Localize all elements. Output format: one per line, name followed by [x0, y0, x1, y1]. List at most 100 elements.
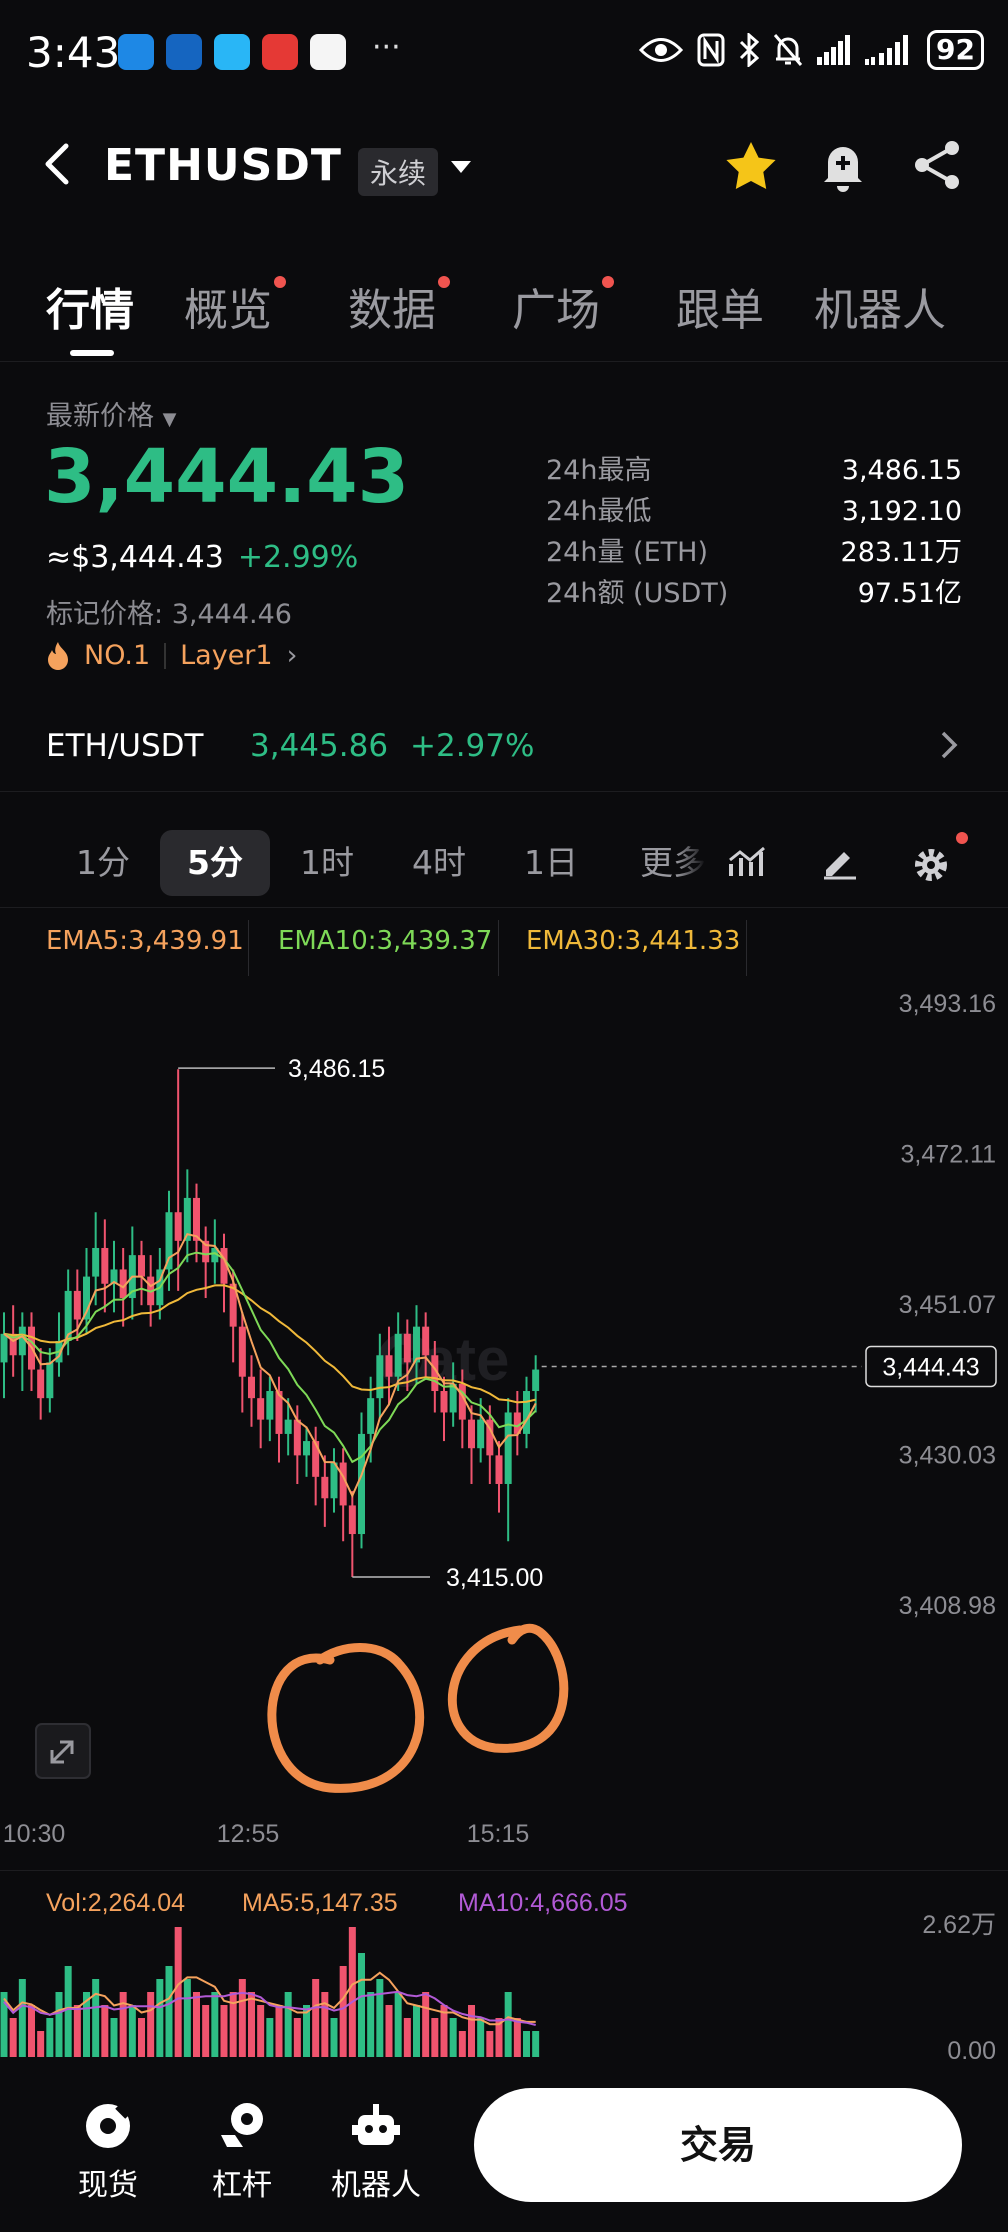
- usd-price: ≈$3,444.43 +2.99%: [46, 540, 359, 575]
- volume-bar: [321, 1992, 329, 2057]
- volume-bar: [238, 1979, 246, 2057]
- tab-market[interactable]: 行情: [46, 274, 134, 338]
- chat-app-icon: [118, 34, 154, 70]
- chart-canvas[interactable]: Gate3,493.163,472.113,451.073,430.033,40…: [0, 980, 1008, 1860]
- candlestick-chart[interactable]: Gate 3,493.16 3,472.11 3,451.07 3,430.03 3,40…: [0, 980, 1008, 1860]
- robot-icon: [352, 2104, 400, 2145]
- signal-2-icon: [865, 35, 909, 65]
- bell-plus-icon[interactable]: [820, 140, 866, 192]
- stat-high: 24h最高 3,486.15: [546, 455, 962, 486]
- tab-overview[interactable]: 概览: [184, 274, 286, 338]
- volume-bar: [128, 2005, 136, 2057]
- tab-square[interactable]: 广场: [512, 274, 614, 338]
- back-icon[interactable]: [44, 142, 70, 186]
- indicator-icon[interactable]: [728, 846, 768, 880]
- chevron-down-icon[interactable]: [450, 160, 472, 174]
- interval-1d[interactable]: 1日: [496, 830, 606, 896]
- low-label: 3,415.00: [446, 1564, 543, 1592]
- candle-body: [312, 1441, 320, 1477]
- star-icon[interactable]: [724, 140, 778, 192]
- battery-level: 92: [927, 30, 984, 70]
- vol-ma5-label: MA5:5,147.35: [242, 1889, 398, 1917]
- contract-type-badge[interactable]: 永续: [358, 148, 439, 196]
- spot-price: 3,445.86: [250, 728, 389, 764]
- candle-body: [321, 1476, 329, 1499]
- volume-bar: [477, 2018, 485, 2057]
- 24h-stats: 24h最高 3,486.15 24h最低 3,192.10 24h量 (ETH) 28…: [546, 450, 962, 614]
- top-header: ETHUSDT 永续: [0, 120, 1008, 220]
- volume-bar: [9, 2018, 17, 2057]
- volume-bar: [523, 2031, 530, 2057]
- volume-bar: [312, 1979, 320, 2057]
- candle-body: [238, 1326, 246, 1377]
- tab-data[interactable]: 数据: [348, 274, 450, 338]
- candle-body: [193, 1197, 200, 1241]
- nav-leverage[interactable]: 杠杆: [182, 2098, 302, 2204]
- sector-label: Layer1: [180, 640, 273, 671]
- draw-pencil-icon[interactable]: [820, 846, 860, 880]
- candle-body: [266, 1391, 274, 1420]
- nav-spot[interactable]: 现货: [48, 2098, 168, 2204]
- tab-bot[interactable]: 机器人: [814, 274, 946, 338]
- mute-bell-icon: [773, 34, 803, 66]
- volume-bar: [449, 2018, 457, 2057]
- rank-label: NO.1: [84, 640, 151, 671]
- volume-bar: [348, 1927, 356, 2057]
- volume-bar: [147, 1992, 155, 2057]
- vol-bottom-label: 0.00: [947, 2037, 996, 2061]
- candle-body: [37, 1369, 45, 1399]
- volume-bar: [64, 1966, 72, 2057]
- volume-bar: [55, 1992, 63, 2057]
- rank-tags[interactable]: NO.1 Layer1 ›: [46, 640, 297, 671]
- volume-bar: [504, 1992, 512, 2057]
- status-time: 3:43: [26, 28, 121, 77]
- tab-copy-trade[interactable]: 跟单: [676, 274, 764, 338]
- latest-price-dropdown[interactable]: 最新价格 ▼: [46, 394, 176, 433]
- candle-body: [477, 1419, 485, 1449]
- volume-bar: [358, 1953, 365, 2057]
- candle-body: [367, 1398, 375, 1434]
- volume-bar: [46, 2018, 54, 2057]
- mark-price: 标记价格: 3,444.46: [46, 599, 292, 630]
- volume-bar: [422, 1992, 430, 2057]
- volume-bar: [367, 1992, 375, 2057]
- volume-bar: [220, 2005, 228, 2057]
- candle-body: [376, 1355, 384, 1399]
- spot-pair-row[interactable]: ETH/USDT 3,445.86 +2.97%: [0, 712, 1008, 792]
- nav-robot[interactable]: 机器人: [316, 2098, 436, 2204]
- interval-1m[interactable]: 1分: [48, 830, 158, 896]
- trade-button[interactable]: 交易: [474, 2088, 962, 2202]
- candle-body: [413, 1326, 420, 1363]
- annotation-circle-right: [447, 1623, 569, 1753]
- eye-icon: [639, 38, 684, 62]
- candle-body: [293, 1419, 301, 1456]
- candle-body: [174, 1212, 182, 1241]
- interval-1h[interactable]: 1时: [272, 830, 382, 896]
- interval-more[interactable]: 更多: [640, 830, 706, 896]
- xiaohongshu-app-icon: [262, 34, 298, 70]
- symbol-title[interactable]: ETHUSDT: [104, 140, 342, 191]
- gear-icon[interactable]: [912, 846, 950, 884]
- y-tick-label: 3,493.16: [899, 990, 996, 1018]
- notification-app-icons: [118, 34, 346, 70]
- candle-body: [422, 1326, 430, 1356]
- current-price-label: 3,444.43: [882, 1353, 979, 1381]
- volume-bar: [293, 2018, 301, 2057]
- x-tick-label: 10:30: [3, 1820, 66, 1848]
- chevron-right-icon: [941, 731, 958, 759]
- candle-body: [73, 1290, 81, 1320]
- candle-body: [504, 1412, 512, 1484]
- volume-bar: [486, 2031, 494, 2057]
- ema-legend: EMA5:3,439.91 EMA10:3,439.37 EMA30:3,441…: [0, 912, 1008, 982]
- candle-body: [46, 1362, 54, 1399]
- spot-change: +2.97%: [410, 728, 535, 764]
- volume-bar: [193, 1992, 200, 2057]
- volume-bar: [92, 1979, 100, 2057]
- volume-bar: [28, 2005, 35, 2057]
- stat-turnover: 24h额 (USDT) 97.51亿: [546, 578, 962, 609]
- share-icon[interactable]: [912, 140, 962, 190]
- interval-4h[interactable]: 4时: [384, 830, 494, 896]
- interval-5m[interactable]: 5分: [160, 830, 270, 896]
- candle-body: [440, 1391, 448, 1413]
- candle-body: [248, 1376, 255, 1399]
